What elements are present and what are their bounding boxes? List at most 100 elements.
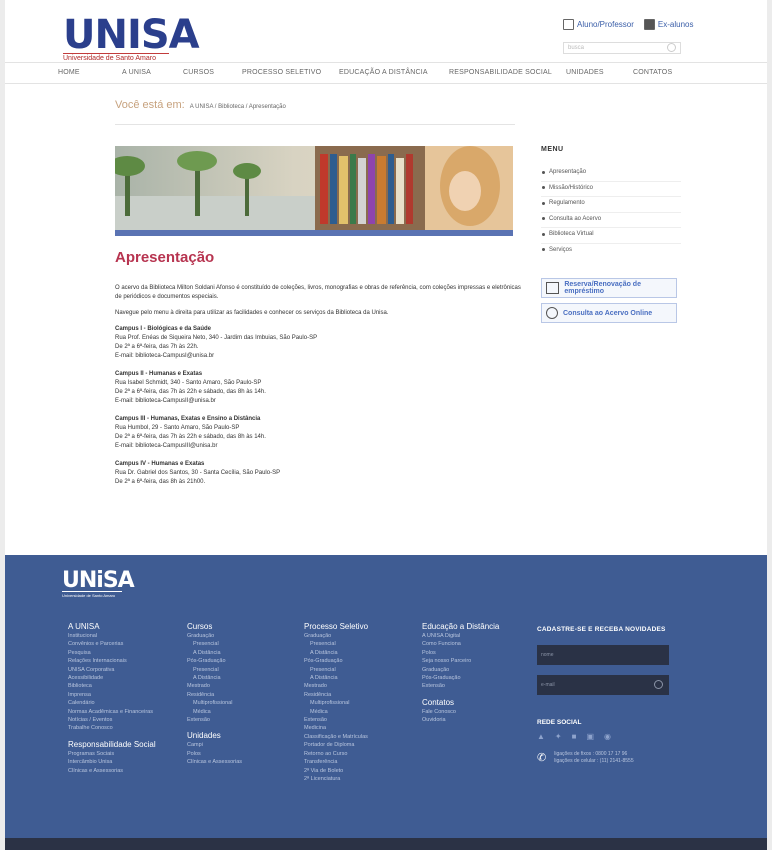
footer-link[interactable]: Imprensa <box>68 691 156 699</box>
campus-email[interactable]: E-mail: biblioteca-CampusII@unisa.br <box>115 397 525 406</box>
search-input[interactable]: busca <box>563 42 681 54</box>
footer-link[interactable]: Portador de Diploma <box>304 741 368 749</box>
footer-col-title[interactable]: Contatos <box>422 698 499 708</box>
footer-link[interactable]: Calendário <box>68 699 156 707</box>
footer-link[interactable]: Pesquisa <box>68 649 156 657</box>
footer-link[interactable]: Clínicas e Assessorias <box>187 758 242 766</box>
newsletter-email-input[interactable]: e-mail <box>537 675 669 695</box>
footer-link[interactable]: Intercâmbio Unisa <box>68 758 156 766</box>
submit-arrow-icon[interactable] <box>654 680 663 689</box>
footer-link[interactable]: 2ª Via de Boleto <box>304 767 368 775</box>
footer-link[interactable]: Médica <box>304 708 368 716</box>
like-icon[interactable]: ▲ <box>537 732 545 741</box>
footer-link[interactable]: Pós-Graduação <box>187 657 242 665</box>
footer-col-title[interactable]: Responsabilidade Social <box>68 740 156 750</box>
footer-link[interactable]: Graduação <box>422 666 499 674</box>
footer-link[interactable]: Notícias / Eventos <box>68 716 156 724</box>
footer-link[interactable]: Pós-Graduação <box>422 674 499 682</box>
nav-unidades[interactable]: UNIDADES <box>566 69 604 76</box>
sidebar-menu: Apresentação Missão/Histórico Regulament… <box>541 166 681 259</box>
footer-link[interactable]: Relações Internacionais <box>68 657 156 665</box>
footer-link[interactable]: Ouvidoria <box>422 716 499 724</box>
footer-link[interactable]: Transferência <box>304 758 368 766</box>
footer-link[interactable]: Institucional <box>68 632 156 640</box>
footer-link[interactable]: Mestrado <box>187 682 242 690</box>
footer-link[interactable]: Programas Sociais <box>68 750 156 758</box>
aluno-professor-link[interactable]: Aluno/Professor <box>563 19 634 30</box>
google-plus-icon[interactable]: ■ <box>572 732 577 741</box>
footer-link[interactable]: 2ª Licenciatura <box>304 775 368 783</box>
breadcrumb-trail[interactable]: A UNISA / Biblioteca / Apresentação <box>190 104 286 110</box>
footer-link[interactable]: A Distância <box>187 674 242 682</box>
nav-home[interactable]: HOME <box>58 69 80 76</box>
campus-email[interactable]: E-mail: biblioteca-CampusIII@unisa.br <box>115 442 525 451</box>
footer-link[interactable]: Graduação <box>187 632 242 640</box>
ex-alunos-link[interactable]: Ex-alunos <box>643 19 694 30</box>
footer-link[interactable]: Campi <box>187 741 242 749</box>
footer-link[interactable]: A Distância <box>304 674 368 682</box>
footer-link[interactable]: Presencial <box>187 640 242 648</box>
footer-link[interactable]: Como Funciona <box>422 640 499 648</box>
footer-link[interactable]: Presencial <box>304 640 368 648</box>
footer-link[interactable]: Normas Acadêmicas e Financeiras <box>68 708 156 716</box>
nav-contatos[interactable]: CONTATOS <box>633 69 672 76</box>
library-banner-image <box>115 146 513 236</box>
footer-link[interactable]: Extensão <box>187 716 242 724</box>
footer-link[interactable]: Clínicas e Assessorias <box>68 767 156 775</box>
footer-link[interactable]: Graduação <box>304 632 368 640</box>
footer-link[interactable]: Presencial <box>304 666 368 674</box>
sidebar-item-missao[interactable]: Missão/Histórico <box>541 182 681 197</box>
footer-col-title[interactable]: Educação a Distância <box>422 622 499 632</box>
footer-link[interactable]: Extensão <box>422 682 499 690</box>
sidebar-item-apresentacao[interactable]: Apresentação <box>541 166 681 182</box>
footer-link[interactable]: Multiprofissional <box>304 699 368 707</box>
rss-icon[interactable]: ◉ <box>604 732 611 741</box>
newsletter-name-input[interactable]: nome <box>537 645 669 665</box>
footer-link[interactable]: Polos <box>187 750 242 758</box>
footer-col-title[interactable]: Cursos <box>187 622 242 632</box>
footer-col-title[interactable]: A UNISA <box>68 622 156 632</box>
footer-link[interactable]: Trabalhe Conosco <box>68 724 156 732</box>
footer-link[interactable]: Seja nosso Parceiro <box>422 657 499 665</box>
footer-link[interactable]: Fale Conosco <box>422 708 499 716</box>
nav-a-unisa[interactable]: A UNISA <box>122 69 151 76</box>
footer-link[interactable]: Polos <box>422 649 499 657</box>
sidebar-item-consulta[interactable]: Consulta ao Acervo <box>541 213 681 228</box>
footer-link[interactable]: Biblioteca <box>68 682 156 690</box>
footer-link[interactable]: Convênios e Parcerias <box>68 640 156 648</box>
footer-link[interactable]: Residência <box>304 691 368 699</box>
campus-email[interactable]: E-mail: biblioteca-CampusI@unisa.br <box>115 352 525 361</box>
footer-link[interactable]: Retorno ao Curso <box>304 750 368 758</box>
footer-link[interactable]: Pós-Graduação <box>304 657 368 665</box>
nav-processo-seletivo[interactable]: PROCESSO SELETIVO <box>242 69 321 76</box>
footer-link[interactable]: A Distância <box>187 649 242 657</box>
nav-responsabilidade-social[interactable]: RESPONSABILIDADE SOCIAL <box>449 69 552 76</box>
footer-link[interactable]: Residência <box>187 691 242 699</box>
reserve-renew-button[interactable]: Reserva/Renovação de empréstimo <box>541 278 677 298</box>
search-icon[interactable] <box>667 43 676 52</box>
footer-link[interactable]: Medicina <box>304 724 368 732</box>
footer-link[interactable]: A UNISA Digital <box>422 632 499 640</box>
footer-link[interactable]: Médica <box>187 708 242 716</box>
footer-col-cursos: Cursos Graduação Presencial A Distância … <box>187 622 242 767</box>
footer-link[interactable]: UNISA Corporativa <box>68 666 156 674</box>
footer-link[interactable]: A Distância <box>304 649 368 657</box>
sidebar-item-regulamento[interactable]: Regulamento <box>541 197 681 213</box>
sidebar-item-biblioteca-virtual[interactable]: Biblioteca Virtual <box>541 228 681 244</box>
twitter-icon[interactable]: ✦ <box>555 732 562 741</box>
linkedin-icon[interactable]: ▣ <box>586 732 594 741</box>
unisa-logo[interactable]: UNISA Universidade de Santo Amaro <box>63 15 200 62</box>
sidebar-item-servicos[interactable]: Serviços <box>541 244 681 260</box>
nav-cursos[interactable]: CURSOS <box>183 69 214 76</box>
footer-link[interactable]: Acessibilidade <box>68 674 156 682</box>
footer-col-title[interactable]: Unidades <box>187 731 242 741</box>
footer-link[interactable]: Multiprofissional <box>187 699 242 707</box>
footer-link[interactable]: Extensão <box>304 716 368 724</box>
footer-link[interactable]: Classificação e Matrículas <box>304 733 368 741</box>
footer-link[interactable]: Mestrado <box>304 682 368 690</box>
footer-link[interactable]: Presencial <box>187 666 242 674</box>
nav-educacao-a-distancia[interactable]: EDUCAÇÃO A DISTÂNCIA <box>339 69 428 76</box>
footer-logo[interactable]: UNiSA Universidade de Santo Amaro <box>62 570 135 598</box>
footer-col-title[interactable]: Processo Seletivo <box>304 622 368 632</box>
consult-catalog-button[interactable]: Consulta ao Acervo Online <box>541 303 677 323</box>
